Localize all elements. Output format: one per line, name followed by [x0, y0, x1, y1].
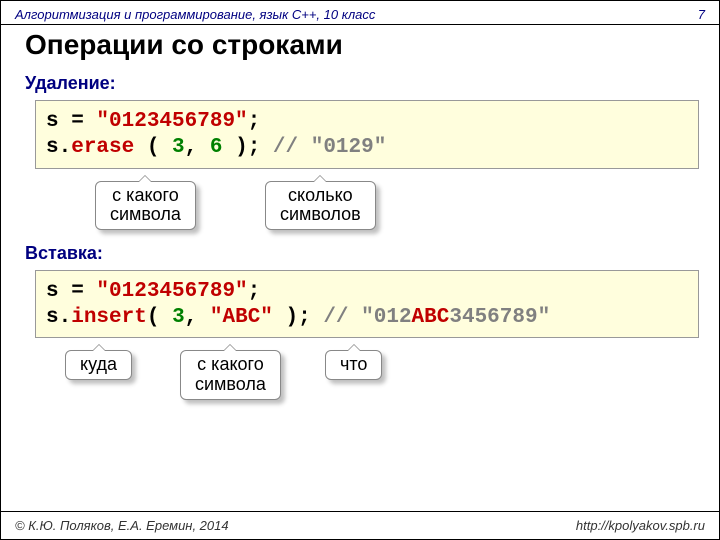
- callout-how-many: сколько символов: [265, 181, 376, 231]
- code-text: s.: [46, 306, 71, 329]
- cmt-part: 3456789": [449, 306, 550, 329]
- section-delete-label: Удаление:: [1, 69, 719, 100]
- code-func: erase: [71, 136, 134, 159]
- page-title: Операции со строками: [1, 25, 719, 69]
- cmt-emph: ABC: [412, 306, 450, 329]
- page-number: 7: [698, 7, 705, 22]
- callout-from-char: с какого символа: [95, 181, 196, 231]
- code-num: 3: [172, 136, 185, 159]
- cmt-part: // "012: [323, 306, 411, 329]
- code-text: s =: [46, 110, 96, 133]
- code-text: s.: [46, 136, 71, 159]
- code-text: (: [147, 306, 172, 329]
- callout-text: с какого символа: [195, 354, 266, 394]
- callout-what: что: [325, 350, 382, 380]
- copyright: © К.Ю. Поляков, Е.А. Еремин, 2014: [15, 518, 229, 533]
- insert-callouts: куда с какого символа что: [35, 338, 699, 408]
- callout-text: что: [340, 354, 367, 374]
- code-string: "0123456789": [96, 110, 247, 133]
- callout-text: куда: [80, 354, 117, 374]
- code-text: );: [222, 136, 272, 159]
- header: Алгоритмизация и программирование, язык …: [1, 1, 719, 25]
- code-func: insert: [71, 306, 147, 329]
- callout-where: куда: [65, 350, 132, 380]
- section-insert-label: Вставка:: [1, 239, 719, 270]
- code-insert: s = "0123456789"; s.insert( 3, "ABC" ); …: [35, 270, 699, 339]
- callout-from-char: с какого символа: [180, 350, 281, 400]
- code-string: "ABC": [210, 306, 273, 329]
- code-text: ,: [185, 136, 210, 159]
- callout-text: с какого символа: [110, 185, 181, 225]
- footer-link[interactable]: http://kpolyakov.spb.ru: [576, 518, 705, 533]
- course-label: Алгоритмизация и программирование, язык …: [15, 7, 375, 22]
- code-text: ;: [248, 280, 261, 303]
- code-text: ;: [248, 110, 261, 133]
- code-text: s =: [46, 280, 96, 303]
- code-comment: // "0129": [273, 136, 386, 159]
- delete-callouts: с какого символа сколько символов: [35, 169, 699, 239]
- code-string: "0123456789": [96, 280, 247, 303]
- footer: © К.Ю. Поляков, Е.А. Еремин, 2014 http:/…: [1, 511, 719, 539]
- code-text: (: [134, 136, 172, 159]
- code-num: 6: [210, 136, 223, 159]
- code-text: );: [273, 306, 323, 329]
- code-comment: // "012ABC3456789": [323, 306, 550, 329]
- code-delete: s = "0123456789"; s.erase ( 3, 6 ); // "…: [35, 100, 699, 169]
- callout-text: сколько символов: [280, 185, 361, 225]
- code-num: 3: [172, 306, 185, 329]
- code-text: ,: [185, 306, 210, 329]
